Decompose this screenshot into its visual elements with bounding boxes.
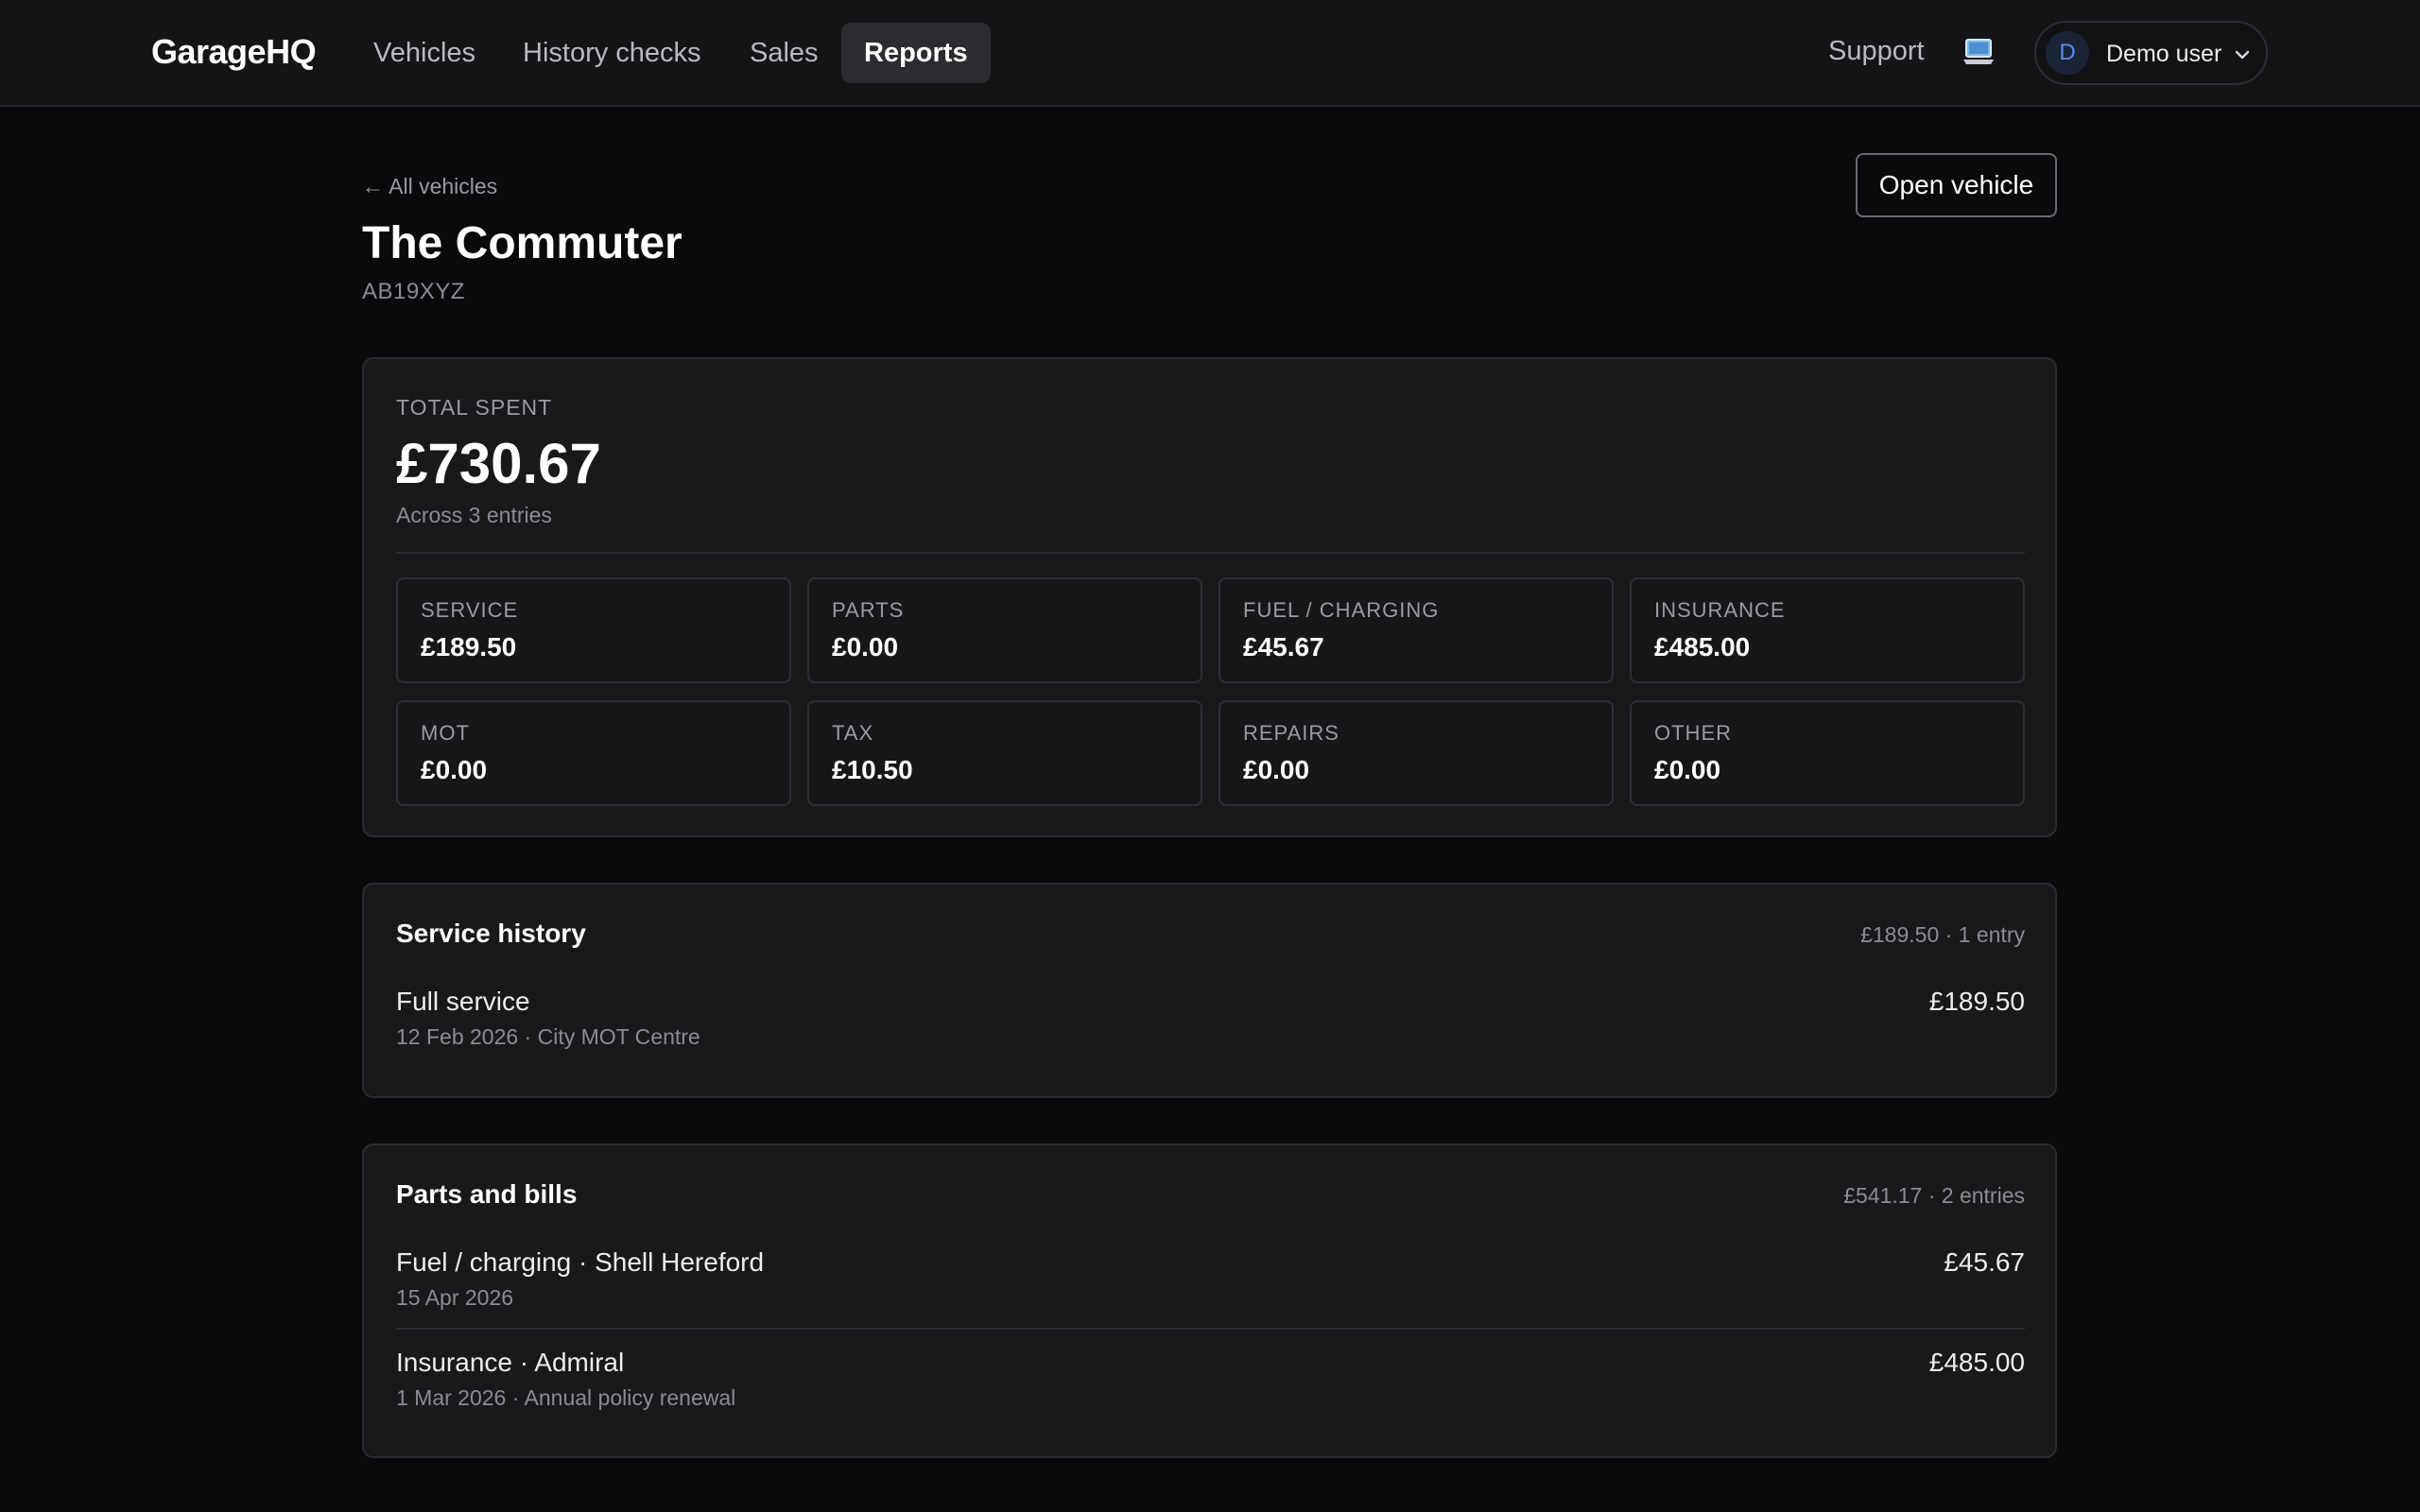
service-history-card: Service history £189.50 · 1 entry Full s…: [362, 883, 2057, 1098]
category-label: FUEL / CHARGING: [1243, 598, 1440, 622]
category-label: REPAIRS: [1243, 721, 1340, 745]
entry-title[interactable]: Fuel / charging · Shell Hereford: [396, 1247, 764, 1278]
category-mot: MOT £0.00: [396, 700, 791, 806]
support-link[interactable]: Support: [1828, 36, 1925, 67]
category-label: OTHER: [1654, 721, 1732, 745]
top-navigation: GarageHQ Vehicles History checks Sales R…: [0, 0, 2420, 107]
back-to-vehicles-link[interactable]: ← All vehicles: [362, 174, 497, 199]
divider: [396, 552, 2025, 554]
category-value: £45.67: [1243, 632, 1324, 662]
category-other: OTHER £0.00: [1630, 700, 2025, 806]
spend-summary-card: TOTAL SPENT £730.67 Across 3 entries SER…: [362, 357, 2057, 837]
open-vehicle-button[interactable]: Open vehicle: [1856, 153, 2057, 217]
nav-reports[interactable]: Reports: [841, 23, 991, 83]
entry-subtitle: 1 Mar 2026 · Annual policy renewal: [396, 1385, 736, 1410]
nav-history-checks[interactable]: History checks: [500, 23, 724, 83]
category-value: £0.00: [1243, 755, 1310, 784]
chevron-down-icon: [2233, 45, 2252, 64]
category-repairs: REPAIRS £0.00: [1219, 700, 1614, 806]
user-name: Demo user: [2106, 41, 2222, 67]
user-menu[interactable]: D Demo user: [2034, 21, 2268, 85]
nav-vehicles[interactable]: Vehicles: [351, 23, 498, 83]
divider: [396, 1328, 2025, 1330]
category-tax: TAX £10.50: [807, 700, 1202, 806]
category-service: SERVICE £189.50: [396, 577, 791, 683]
category-parts: PARTS £0.00: [807, 577, 1202, 683]
section-title: Parts and bills: [396, 1179, 578, 1209]
entry-subtitle: 15 Apr 2026: [396, 1285, 514, 1310]
category-label: INSURANCE: [1654, 598, 1786, 622]
section-meta: £189.50 · 1 entry: [1860, 922, 2025, 947]
page-title: The Commuter: [362, 218, 683, 268]
entry-amount: £45.67: [1944, 1247, 2025, 1277]
category-value: £0.00: [832, 632, 899, 662]
section-meta: £541.17 · 2 entries: [1843, 1183, 2025, 1208]
category-value: £189.50: [421, 632, 517, 662]
entry-subtitle: 12 Feb 2026 · City MOT Centre: [396, 1024, 700, 1049]
category-value: £0.00: [1654, 755, 1721, 784]
nav-sales[interactable]: Sales: [727, 23, 841, 83]
brand-logo[interactable]: GarageHQ: [151, 32, 317, 72]
avatar: D: [2046, 31, 2089, 75]
category-value: £485.00: [1654, 632, 1751, 662]
entry-amount: £485.00: [1928, 1348, 2025, 1377]
category-value: £0.00: [421, 755, 488, 784]
category-label: MOT: [421, 721, 470, 745]
entry-title[interactable]: Full service: [396, 987, 530, 1017]
entry-title[interactable]: Insurance · Admiral: [396, 1348, 624, 1378]
category-insurance: INSURANCE £485.00: [1630, 577, 2025, 683]
total-spent-value: £730.67: [396, 432, 601, 495]
category-label: SERVICE: [421, 598, 519, 622]
vehicle-registration: AB19XYZ: [362, 279, 465, 304]
entry-amount: £189.50: [1928, 987, 2025, 1016]
category-label: TAX: [832, 721, 874, 745]
category-label: PARTS: [832, 598, 905, 622]
total-spent-note: Across 3 entries: [396, 503, 552, 527]
laptop-icon[interactable]: [1962, 38, 1995, 66]
section-title: Service history: [396, 919, 586, 948]
total-spent-label: TOTAL SPENT: [396, 395, 553, 420]
parts-and-bills-card: Parts and bills £541.17 · 2 entries Fuel…: [362, 1143, 2057, 1458]
category-fuel-charging: FUEL / CHARGING £45.67: [1219, 577, 1614, 683]
category-value: £10.50: [832, 755, 913, 784]
